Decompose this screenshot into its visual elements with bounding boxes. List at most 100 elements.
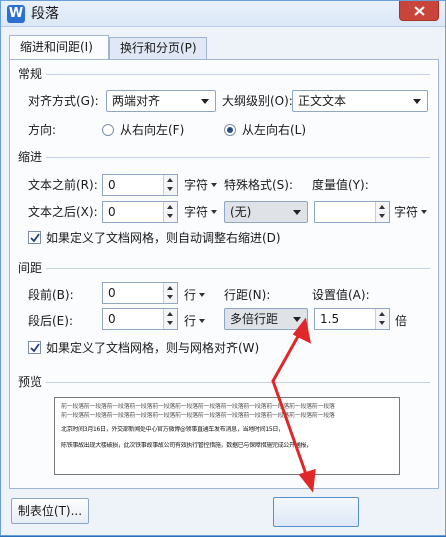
rtl-label: 从右向左(F) <box>120 123 185 137</box>
checkmark-icon <box>30 343 40 353</box>
preview-line: 北京时间3月16日，外交部新闻处中心官方微博@领事直通车发布消息，当地时间15日… <box>61 426 284 433</box>
indent-section-label: 缩进 <box>18 150 43 164</box>
spin-down-icon <box>379 321 385 325</box>
preview-line: 陈铁事故出现大楼破损，此次铁事故事故公司有效执行管控措施，数据已与保障措施完成公… <box>61 442 312 449</box>
paragraph-preview: 前一段落前一段落前一段落前一段落前一段落前一段落前一段落前一段落前一段落前一段落… <box>54 397 400 475</box>
spin-down-icon <box>167 214 173 218</box>
spin-down-icon <box>167 295 173 299</box>
measure-label: 度量值(Y): <box>312 178 369 192</box>
spin-up-icon <box>379 312 385 316</box>
tab-indents-and-spacing[interactable]: 缩进和间距(I) <box>9 35 109 60</box>
chevron-down-icon <box>293 210 301 215</box>
line-spacing-select[interactable]: 多倍行距 <box>224 308 308 330</box>
indent-after-unit-text: 字符 <box>184 205 209 219</box>
wps-app-icon: W <box>7 5 25 23</box>
indent-before-unit[interactable]: 字符 <box>184 177 218 193</box>
spin-down-icon <box>167 187 173 191</box>
ltr-radio[interactable] <box>224 124 236 136</box>
spinner-buttons[interactable] <box>375 202 389 222</box>
auto-adjust-label: 如果定义了文档网格，则自动调整右缩进(D) <box>46 231 281 245</box>
space-after-unit-text: 行 <box>184 314 197 328</box>
chevron-down-icon <box>293 317 301 322</box>
space-after-label: 段后(E): <box>28 314 73 328</box>
space-before-unit[interactable]: 行 <box>184 287 206 303</box>
outline-level-select[interactable]: 正文文本 <box>292 90 428 112</box>
special-format-value: (无) <box>230 205 252 219</box>
line-spacing-value: 多倍行距 <box>230 312 279 326</box>
measure-spinner[interactable] <box>314 201 390 223</box>
spinner-buttons[interactable] <box>375 309 389 329</box>
setting-value-value: 1.5 <box>320 312 340 326</box>
rtl-radio[interactable] <box>102 124 114 136</box>
spinner-buttons[interactable] <box>163 202 177 222</box>
spin-up-icon <box>379 205 385 209</box>
space-after-value: 0 <box>108 312 116 326</box>
preview-line: 前一段落前一段落前一段落前一段落前一段落前一段落前一段落前一段落前一段落前一段落… <box>61 412 335 419</box>
space-after-spinner[interactable]: 0 <box>102 308 178 330</box>
tab-stops-button[interactable]: 制表位(T)... <box>11 498 89 524</box>
special-format-label: 特殊格式(S): <box>224 178 294 192</box>
tab-line-and-page-breaks[interactable]: 换行和分页(P) <box>109 37 207 59</box>
indent-divider <box>46 157 430 158</box>
grid-align-checkbox[interactable] <box>28 341 41 354</box>
spin-down-icon <box>379 214 385 218</box>
caret-down-icon <box>421 210 428 214</box>
space-before-label: 段前(B): <box>28 288 74 302</box>
space-before-spinner[interactable]: 0 <box>102 282 178 304</box>
caret-down-icon <box>211 183 218 187</box>
space-after-unit[interactable]: 行 <box>184 313 206 329</box>
checkmark-icon <box>30 233 40 243</box>
close-button[interactable] <box>399 1 439 21</box>
paragraph-dialog: W 段落 换行和分页(P) 缩进和间距(I) 常规 对齐方式(G): 两端对齐 … <box>0 0 446 536</box>
chevron-down-icon <box>413 99 421 104</box>
ltr-label: 从左向右(L) <box>242 123 307 137</box>
dialog-title: 段落 <box>31 6 59 22</box>
indent-before-unit-text: 字符 <box>184 178 209 192</box>
indent-before-spinner[interactable]: 0 <box>102 174 178 196</box>
alignment-value: 两端对齐 <box>112 94 161 108</box>
caret-down-icon <box>211 210 218 214</box>
title-bar: W 段落 <box>1 1 445 27</box>
chevron-down-icon <box>201 99 209 104</box>
indent-before-label: 文本之前(R): <box>28 178 98 192</box>
alignment-select[interactable]: 两端对齐 <box>106 90 216 112</box>
spin-up-icon <box>167 205 173 209</box>
spinner-buttons[interactable] <box>163 175 177 195</box>
preview-divider <box>46 382 430 383</box>
grid-align-label: 如果定义了文档网格，则与网格对齐(W) <box>46 341 260 355</box>
indent-after-value: 0 <box>108 205 116 219</box>
spin-up-icon <box>167 178 173 182</box>
caret-down-icon <box>199 293 206 297</box>
caret-down-icon <box>199 319 206 323</box>
setting-value-label: 设置值(A): <box>312 288 370 302</box>
close-icon <box>414 6 425 16</box>
space-before-value: 0 <box>108 286 116 300</box>
spin-up-icon <box>167 312 173 316</box>
spinner-buttons[interactable] <box>163 309 177 329</box>
indent-after-spinner[interactable]: 0 <box>102 201 178 223</box>
preview-line: 前一段落前一段落前一段落前一段落前一段落前一段落前一段落前一段落前一段落前一段落… <box>61 403 335 410</box>
setting-value-spinner[interactable]: 1.5 <box>314 308 390 330</box>
space-before-unit-text: 行 <box>184 288 197 302</box>
special-format-select[interactable]: (无) <box>224 201 308 223</box>
direction-label: 方向: <box>28 123 57 137</box>
indent-before-value: 0 <box>108 178 116 192</box>
spin-down-icon <box>167 321 173 325</box>
preview-section-label: 预览 <box>18 375 43 389</box>
tab-panel: 常规 对齐方式(G): 两端对齐 大纲级别(O): 正文文本 方向: 从右向左(… <box>9 59 439 489</box>
general-divider <box>46 74 430 75</box>
outline-level-value: 正文文本 <box>298 94 347 108</box>
outline-level-label: 大纲级别(O): <box>222 94 293 108</box>
spinner-buttons[interactable] <box>163 283 177 303</box>
spacing-section-label: 间距 <box>18 261 43 275</box>
indent-after-unit[interactable]: 字符 <box>184 204 218 220</box>
auto-adjust-checkbox[interactable] <box>28 231 41 244</box>
line-spacing-label: 行距(N): <box>224 288 271 302</box>
alignment-label: 对齐方式(G): <box>28 94 99 108</box>
ok-button[interactable] <box>273 497 359 527</box>
measure-unit-text: 字符 <box>394 205 419 219</box>
general-section-label: 常规 <box>18 67 43 81</box>
spacing-divider <box>46 268 430 269</box>
setting-value-unit: 倍 <box>395 314 408 328</box>
measure-unit[interactable]: 字符 <box>394 204 428 220</box>
